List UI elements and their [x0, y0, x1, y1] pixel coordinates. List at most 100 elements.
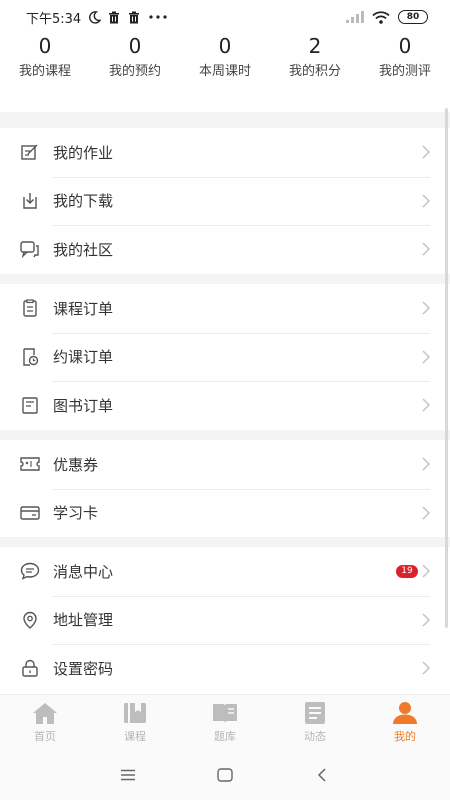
- community-icon: [20, 239, 40, 259]
- tab-courses[interactable]: 课程: [90, 695, 180, 750]
- menu-group-personal: 我的作业 我的下载 我的社区: [0, 128, 450, 274]
- tab-label: 课程: [124, 730, 146, 743]
- lock-icon: [20, 658, 40, 678]
- chevron-right-icon: [422, 564, 431, 578]
- menu-item-label: 学习卡: [53, 504, 99, 523]
- chevron-right-icon: [422, 242, 431, 256]
- stats-summary: 0 我的课程 0 我的预约 0 本周课时 2 我的积分 0 我的测评: [0, 34, 450, 88]
- stat-value: 0: [128, 34, 142, 58]
- back-icon: [317, 768, 326, 782]
- menu-item-message-center[interactable]: 消息中心 19: [0, 547, 450, 596]
- section-divider: [0, 274, 450, 284]
- menu-item-homework[interactable]: 我的作业: [0, 128, 450, 177]
- system-navigation-bar: [0, 750, 450, 800]
- menu-item-label: 消息中心: [53, 562, 114, 581]
- stat-value: 0: [398, 34, 412, 58]
- chevron-right-icon: [422, 506, 431, 520]
- stat-weekly-hours[interactable]: 0 本周课时: [180, 34, 270, 88]
- chevron-right-icon: [422, 613, 431, 627]
- stat-label: 我的测评: [378, 64, 431, 79]
- stat-my-points[interactable]: 2 我的积分: [270, 34, 360, 88]
- stat-value: 0: [218, 34, 232, 58]
- menu-item-community[interactable]: 我的社区: [0, 225, 450, 274]
- profile-icon: [393, 702, 417, 724]
- menu-item-label: 图书订单: [53, 396, 114, 415]
- book-order-icon: [20, 395, 40, 415]
- stat-label: 本周课时: [198, 64, 251, 79]
- menu-item-label: 设置密码: [53, 659, 114, 678]
- menu-item-label: 约课订单: [53, 348, 114, 367]
- tab-label: 题库: [214, 730, 236, 743]
- chevron-right-icon: [422, 457, 431, 471]
- menu-group-wallet: 优惠券 学习卡: [0, 440, 450, 537]
- unread-badge: 19: [396, 564, 418, 578]
- download-icon: [20, 191, 40, 211]
- chevron-right-icon: [422, 301, 431, 315]
- menu-item-label: 我的下载: [53, 192, 114, 211]
- status-bar: 下午5:34 80: [0, 0, 450, 34]
- course-order-icon: [20, 298, 40, 318]
- more-dots-icon: [147, 10, 169, 24]
- menu-item-label: 我的社区: [53, 240, 114, 259]
- coupon-icon: [20, 454, 40, 474]
- scrollbar[interactable]: [445, 108, 448, 628]
- menu-item-booking-orders[interactable]: 约课订单: [0, 332, 450, 382]
- study-card-icon: [20, 503, 40, 523]
- chevron-right-icon: [422, 350, 431, 364]
- message-icon: [20, 561, 40, 581]
- battery-indicator: 80: [398, 10, 428, 24]
- tab-label: 动态: [304, 730, 326, 743]
- menu-group-orders: 课程订单 约课订单 图书订单: [0, 284, 450, 430]
- signal-icon: [346, 10, 364, 24]
- square-icon: [217, 768, 233, 782]
- chevron-right-icon: [422, 194, 431, 208]
- menu-item-label: 我的作业: [53, 143, 114, 162]
- section-divider: [0, 112, 450, 128]
- stat-my-bookings[interactable]: 0 我的预约: [90, 34, 180, 88]
- back-nav-button[interactable]: [310, 763, 334, 787]
- chevron-right-icon: [422, 661, 431, 675]
- stat-my-assessments[interactable]: 0 我的测评: [360, 34, 450, 88]
- menu-item-book-orders[interactable]: 图书订单: [0, 381, 450, 430]
- stat-value: 2: [308, 34, 322, 58]
- stat-label: 我的预约: [108, 64, 161, 79]
- menu-group-settings: 消息中心 19 地址管理 设置密码: [0, 547, 450, 693]
- tab-question-bank[interactable]: 题库: [180, 695, 270, 750]
- tab-news[interactable]: 动态: [270, 695, 360, 750]
- course-icon: [124, 703, 146, 723]
- tab-label: 我的: [394, 730, 416, 743]
- menu-item-set-password[interactable]: 设置密码: [0, 644, 450, 693]
- menu-item-address-management[interactable]: 地址管理: [0, 595, 450, 645]
- menu-item-label: 地址管理: [53, 611, 114, 630]
- chevron-right-icon: [422, 145, 431, 159]
- hamburger-icon: [121, 769, 136, 781]
- section-divider: [0, 430, 450, 440]
- home-nav-button[interactable]: [213, 763, 237, 787]
- menu-item-label: 课程订单: [53, 299, 114, 318]
- chevron-right-icon: [422, 398, 431, 412]
- home-icon: [33, 703, 57, 724]
- tab-label: 首页: [34, 730, 56, 743]
- trash-icon: [127, 10, 141, 24]
- menu-item-coupons[interactable]: 优惠券: [0, 440, 450, 489]
- news-icon: [305, 702, 325, 724]
- booking-order-icon: [20, 347, 40, 367]
- stat-label: 我的课程: [18, 64, 71, 79]
- menu-item-study-card[interactable]: 学习卡: [0, 488, 450, 538]
- tab-profile[interactable]: 我的: [360, 695, 450, 750]
- wifi-icon: [371, 10, 391, 24]
- stat-my-courses[interactable]: 0 我的课程: [0, 34, 90, 88]
- tab-home[interactable]: 首页: [0, 695, 90, 750]
- bottom-tab-bar: 首页 课程 题库 动态 我的: [0, 694, 450, 750]
- menu-item-course-orders[interactable]: 课程订单: [0, 284, 450, 333]
- location-icon: [20, 610, 40, 630]
- status-time: 下午5:34: [26, 11, 82, 27]
- homework-icon: [20, 142, 40, 162]
- menu-nav-button[interactable]: [116, 763, 140, 787]
- trash-icon: [107, 10, 121, 24]
- menu-item-downloads[interactable]: 我的下载: [0, 176, 450, 226]
- menu-item-label: 优惠券: [53, 455, 99, 474]
- stat-value: 0: [38, 34, 52, 58]
- moon-icon: [87, 10, 101, 24]
- section-divider: [0, 537, 450, 547]
